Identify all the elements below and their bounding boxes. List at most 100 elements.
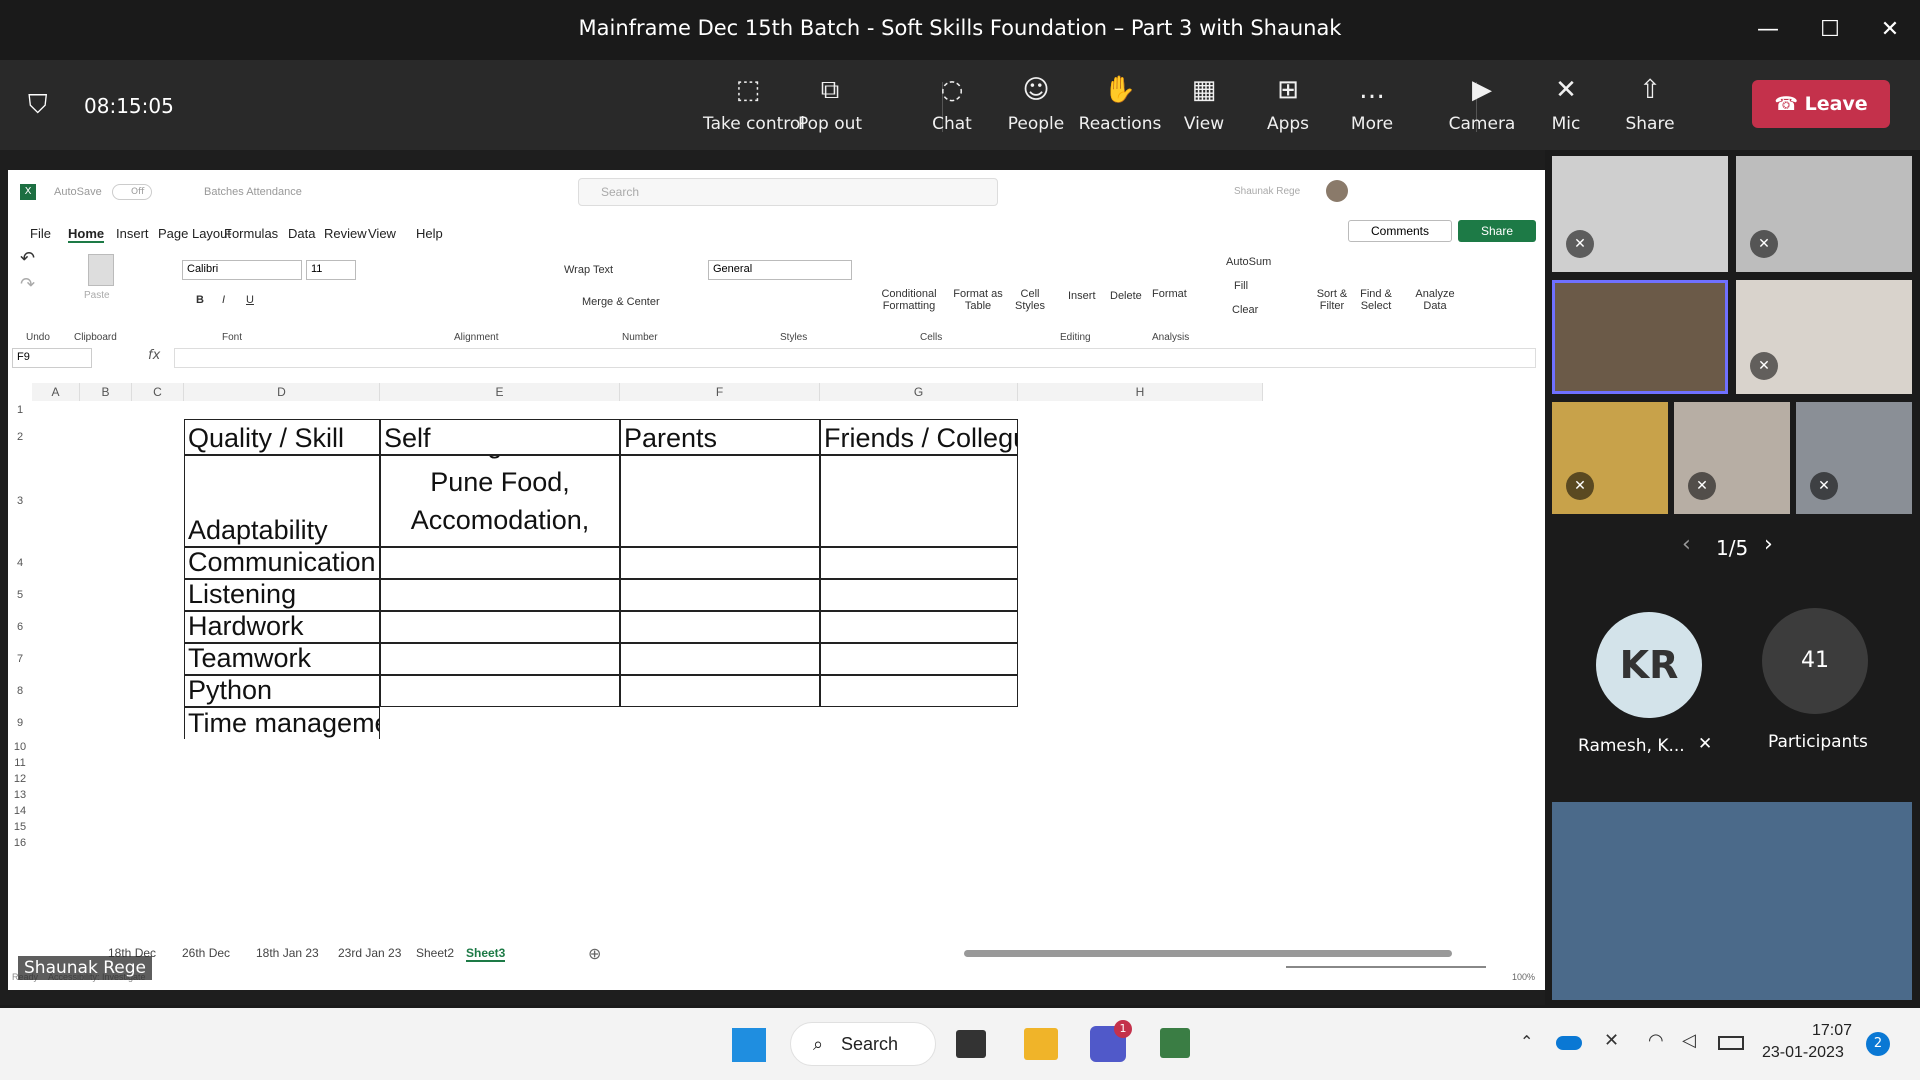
participant-video-tile[interactable]: ✕ bbox=[1674, 402, 1790, 514]
column-header[interactable]: F bbox=[620, 383, 820, 401]
table-cell[interactable] bbox=[620, 611, 820, 643]
analyze-data-button[interactable]: Analyze Data bbox=[1412, 288, 1458, 312]
clock-time[interactable]: 17:07 bbox=[1812, 1022, 1852, 1040]
column-header[interactable]: H bbox=[1018, 383, 1263, 401]
row-header[interactable]: 6 bbox=[8, 611, 32, 643]
find-select-button[interactable]: Find & Select bbox=[1354, 288, 1398, 312]
zoom-slider[interactable] bbox=[1286, 966, 1486, 968]
row-header[interactable]: 3 bbox=[8, 455, 32, 547]
participant-video-tile[interactable]: ✕ bbox=[1552, 156, 1728, 272]
taskbar-search[interactable]: ⌕ Search bbox=[790, 1022, 936, 1066]
participant-video-tile[interactable]: ✕ bbox=[1736, 156, 1912, 272]
ribbon-tab-home[interactable]: Home bbox=[68, 226, 105, 243]
excel-search-box[interactable]: Search bbox=[578, 178, 998, 206]
share-button[interactable]: ⇧ Share bbox=[1605, 72, 1695, 142]
row-header[interactable]: 13 bbox=[8, 787, 32, 803]
apps-button[interactable]: ⊞ Apps bbox=[1243, 72, 1333, 142]
file-name[interactable]: Batches Attendance bbox=[204, 186, 302, 198]
excel-share-button[interactable]: Share bbox=[1458, 220, 1536, 242]
participant-video-tile[interactable]: ✕ bbox=[1552, 402, 1668, 514]
table-cell[interactable] bbox=[620, 579, 820, 611]
clock-date[interactable]: 23-01-2023 bbox=[1762, 1044, 1844, 1062]
table-cell[interactable] bbox=[820, 547, 1018, 579]
column-header[interactable]: A bbox=[32, 383, 80, 401]
participants-count[interactable]: 41 bbox=[1762, 608, 1868, 714]
font-name-select[interactable]: Calibri bbox=[182, 260, 302, 280]
sheet-tab[interactable]: Sheet2 bbox=[416, 946, 454, 960]
ribbon-tab-insert[interactable]: Insert bbox=[116, 226, 149, 241]
table-cell[interactable] bbox=[820, 579, 1018, 611]
ribbon-tab-data[interactable]: Data bbox=[288, 226, 315, 241]
ribbon-tab-help[interactable]: Help bbox=[416, 226, 443, 241]
table-cell[interactable] bbox=[820, 611, 1018, 643]
table-cell[interactable] bbox=[620, 455, 820, 547]
mic-muted-icon[interactable]: ✕ bbox=[1604, 1030, 1619, 1051]
format-cells-button[interactable]: Format bbox=[1152, 288, 1187, 300]
format-as-table-button[interactable]: Format as Table bbox=[948, 288, 1008, 312]
mic-button[interactable]: ✕ Mic bbox=[1521, 72, 1611, 142]
row-header[interactable]: 9 bbox=[8, 707, 32, 739]
underline-button[interactable]: U bbox=[246, 294, 254, 306]
skill-cell[interactable]: Teamwork bbox=[184, 643, 380, 675]
people-button[interactable]: ☺ People bbox=[991, 72, 1081, 142]
reactions-button[interactable]: ✋ Reactions bbox=[1075, 72, 1165, 142]
sort-filter-button[interactable]: Sort & Filter bbox=[1312, 288, 1352, 312]
undo-icon[interactable]: ↶ bbox=[20, 248, 35, 269]
column-header[interactable]: G bbox=[820, 383, 1018, 401]
participant-video-tile-speaking[interactable] bbox=[1552, 280, 1728, 394]
merge-center-button[interactable]: Merge & Center bbox=[582, 296, 660, 308]
fill-button[interactable]: Fill bbox=[1234, 280, 1248, 292]
avatar[interactable]: KR bbox=[1596, 612, 1702, 718]
user-avatar[interactable] bbox=[1326, 180, 1348, 202]
table-cell[interactable] bbox=[380, 675, 620, 707]
close-button[interactable]: ✕ bbox=[1870, 10, 1910, 50]
ribbon-tab-review[interactable]: Review bbox=[324, 226, 367, 241]
minimize-button[interactable]: — bbox=[1748, 10, 1788, 50]
battery-icon[interactable] bbox=[1718, 1036, 1744, 1050]
wrap-text-button[interactable]: Wrap Text bbox=[564, 264, 613, 276]
row-header[interactable]: 14 bbox=[8, 803, 32, 819]
row-header[interactable]: 4 bbox=[8, 547, 32, 579]
row-header[interactable]: 16 bbox=[8, 835, 32, 851]
zoom-level[interactable]: 100% bbox=[1512, 972, 1535, 982]
table-cell[interactable] bbox=[820, 675, 1018, 707]
table-cell[interactable]: Telangana to Pune Food, Accomodation, Tr… bbox=[380, 455, 620, 547]
view-button[interactable]: ▦ View bbox=[1159, 72, 1249, 142]
table-cell[interactable] bbox=[620, 547, 820, 579]
windows-start-icon[interactable] bbox=[732, 1028, 766, 1062]
row-header[interactable]: 8 bbox=[8, 675, 32, 707]
column-header[interactable]: E bbox=[380, 383, 620, 401]
sheet-tab[interactable]: 23rd Jan 23 bbox=[338, 946, 401, 960]
table-cell[interactable] bbox=[380, 547, 620, 579]
redo-icon[interactable]: ↷ bbox=[20, 274, 35, 295]
ribbon-tab-view[interactable]: View bbox=[368, 226, 396, 241]
pop-out-button[interactable]: ⧉ Pop out bbox=[785, 72, 875, 142]
add-sheet-icon[interactable]: ⊕ bbox=[588, 944, 601, 963]
table-header-cell[interactable]: Quality / Skill bbox=[184, 419, 380, 455]
row-header[interactable]: 15 bbox=[8, 819, 32, 835]
clear-button[interactable]: Clear bbox=[1232, 304, 1258, 316]
wifi-icon[interactable]: ◠ bbox=[1648, 1030, 1664, 1051]
participant-video-tile[interactable]: ✕ bbox=[1796, 402, 1912, 514]
italic-button[interactable]: I bbox=[222, 294, 225, 306]
row-header[interactable]: 7 bbox=[8, 643, 32, 675]
skill-cell[interactable]: Adaptability bbox=[184, 455, 380, 547]
task-view-icon[interactable] bbox=[956, 1030, 986, 1058]
sheet-tab[interactable]: 18th Jan 23 bbox=[256, 946, 319, 960]
self-video-tile[interactable] bbox=[1552, 802, 1912, 1000]
table-cell[interactable] bbox=[380, 579, 620, 611]
table-cell[interactable] bbox=[820, 643, 1018, 675]
onedrive-icon[interactable] bbox=[1556, 1036, 1582, 1050]
chevron-up-icon[interactable]: ⌃ bbox=[1520, 1032, 1533, 1051]
number-format-select[interactable]: General bbox=[708, 260, 852, 280]
participant-video-tile[interactable]: ✕ bbox=[1736, 280, 1912, 394]
row-header[interactable]: 12 bbox=[8, 771, 32, 787]
table-cell[interactable] bbox=[820, 455, 1018, 547]
formula-bar[interactable] bbox=[174, 348, 1536, 368]
table-cell[interactable] bbox=[620, 675, 820, 707]
skill-cell[interactable]: Time management bbox=[184, 707, 380, 739]
file-explorer-icon[interactable] bbox=[1024, 1028, 1058, 1060]
autosave-toggle[interactable]: Off bbox=[112, 184, 152, 200]
conditional-formatting-button[interactable]: Conditional Formatting bbox=[872, 288, 946, 312]
row-header[interactable]: 2 bbox=[8, 419, 32, 455]
